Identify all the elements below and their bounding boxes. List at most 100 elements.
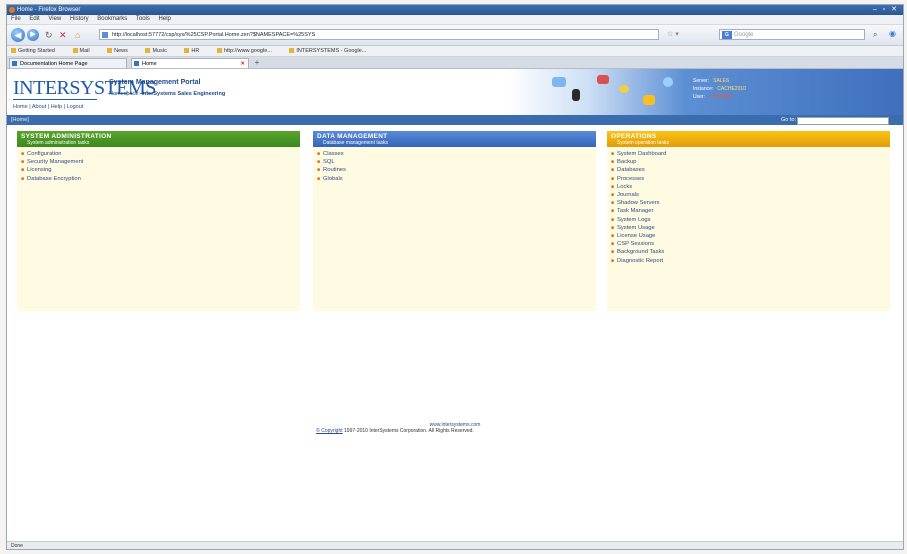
link-processes[interactable]: ■ Processes [611, 175, 890, 183]
tab-favicon-icon [12, 61, 17, 66]
link-task-manager[interactable]: ■ Task Manager [611, 207, 890, 215]
breadcrumb[interactable]: [Home] [11, 117, 29, 123]
link-databases[interactable]: ■ Databases [611, 166, 890, 174]
copyright-link[interactable]: © Copyright [316, 428, 342, 434]
bullet-icon: ■ [611, 241, 615, 248]
navigation-bar: ◀ ▶ ↻ ✕ ⌂ http://localhost:57772/csp/sys… [7, 25, 903, 46]
link-system-dashboard[interactable]: ■ System Dashboard [611, 150, 890, 158]
link-classes[interactable]: ■ Classes [317, 150, 596, 158]
bullet-icon: ■ [611, 167, 615, 174]
link-configuration[interactable]: ■ Configuration [21, 150, 300, 158]
bookmark-item[interactable]: News [107, 48, 136, 54]
bookmark-icon [289, 48, 295, 54]
page-favicon-icon [102, 32, 108, 38]
menu-file[interactable]: File [11, 16, 21, 22]
browser-window: Home - Firefox Browser – ▫ ✕ File Edit V… [6, 4, 904, 550]
new-tab-icon[interactable]: + [252, 58, 262, 67]
tab-favicon-icon [134, 61, 139, 66]
link-security-management[interactable]: ■ Security Management [21, 158, 300, 166]
admin-links: ■ Configuration ■ Security Management ■ Lic… [17, 150, 300, 183]
link-database-encryption[interactable]: ■ Database Encryption [21, 175, 300, 183]
link-system-logs[interactable]: ■ System Logs [611, 216, 890, 224]
window-controls[interactable]: – ▫ ✕ [873, 5, 899, 15]
menu-help[interactable]: Help [159, 16, 171, 22]
home-icon[interactable]: ⌂ [75, 29, 80, 41]
menu-bookmarks[interactable]: Bookmarks [97, 16, 127, 22]
bookmark-icon [184, 48, 190, 54]
link-system-usage[interactable]: ■ System Usage [611, 224, 890, 232]
portal-title: System Management Portal [109, 79, 201, 86]
bookmark-icon [11, 48, 16, 54]
panel-subtitle: System administration tasks [27, 140, 90, 146]
panel-title: System Administration [21, 133, 112, 140]
panel-title: Data Management [317, 133, 388, 140]
reload-icon[interactable]: ↻ [45, 29, 53, 41]
link-shadow-servers[interactable]: ■ Shadow Servers [611, 199, 890, 207]
breadcrumb-bar: [Home] Go to: [7, 115, 903, 125]
globe-decoration-icon [552, 77, 566, 87]
server-value: SALES [713, 78, 730, 84]
tab-documentation[interactable]: Documentation Home Page [9, 58, 127, 68]
user-value: _SYSTEM [708, 94, 733, 100]
node-decoration-icon [619, 85, 629, 93]
link-backup[interactable]: ■ Backup [611, 158, 890, 166]
tab-home[interactable]: Home ✕ [131, 58, 249, 68]
folder-decoration-icon [643, 95, 655, 105]
link-license-usage[interactable]: ■ License Usage [611, 232, 890, 240]
menu-history[interactable]: History [70, 16, 89, 22]
instance-value: CACHE2010 [717, 86, 746, 92]
title-bar: Home - Firefox Browser – ▫ ✕ [7, 5, 903, 15]
bookmark-icon [107, 48, 113, 54]
link-licensing[interactable]: ■ Licensing [21, 166, 300, 174]
link-locks[interactable]: ■ Locks [611, 183, 890, 191]
monitor-decoration-icon [597, 75, 609, 84]
addon-icon[interactable]: ◉ [889, 29, 896, 38]
link-background-tasks[interactable]: ■ Background Tasks [611, 248, 890, 256]
menu-tools[interactable]: Tools [136, 16, 150, 22]
portal-nav-links[interactable]: Home | About | Help | Logout [13, 104, 83, 110]
main-content: System Administration System administrat… [7, 125, 903, 514]
back-icon[interactable]: ◀ [11, 28, 25, 42]
search-icon[interactable]: ⌕ [873, 30, 877, 40]
bookmark-icon [145, 48, 151, 54]
link-csp-sessions[interactable]: ■ CSP Sessions [611, 240, 890, 248]
bookmark-item[interactable]: Mail [72, 48, 98, 54]
data-management-panel: Data Management Database management task… [313, 131, 596, 311]
bookmark-item[interactable]: INTERSYSTEMS - Google... [289, 48, 374, 54]
goto-input[interactable] [797, 117, 889, 125]
bookmark-item[interactable]: Music [145, 48, 174, 54]
panel-subtitle: Database management tasks [323, 140, 389, 146]
operations-panel: Operations System operation tasks ■ Syste… [607, 131, 890, 311]
copyright-text: 1997-2010 InterSystems Corporation. All … [344, 428, 474, 434]
sphere-decoration-icon [663, 77, 673, 87]
bookmark-item[interactable]: http://www.google... [216, 48, 280, 54]
link-routines[interactable]: ■ Routines [317, 166, 596, 174]
forward-icon[interactable]: ▶ [27, 29, 39, 41]
panel-title: Operations [611, 133, 657, 140]
menu-edit[interactable]: Edit [29, 16, 39, 22]
bullet-icon: ■ [317, 151, 321, 157]
bookmark-icon [72, 48, 78, 54]
link-globals[interactable]: ■ Globals [317, 175, 596, 183]
panel-subtitle: System operation tasks [617, 140, 669, 146]
bookmarks-toolbar: Getting Started Mail News Music HR http:… [7, 46, 903, 57]
tab-label: Home [142, 61, 157, 67]
close-icon[interactable]: ✕ [240, 59, 245, 68]
link-diagnostic-report[interactable]: ■ Diagnostic Report [611, 257, 890, 265]
bullet-icon: ■ [317, 175, 321, 182]
bookmark-item[interactable]: HR [184, 48, 207, 54]
bullet-icon: ■ [611, 151, 615, 157]
bookmark-item[interactable]: Getting Started [11, 48, 63, 54]
bookmark-icon [216, 48, 222, 54]
bookmark-star-icon[interactable]: ☆ ▾ [667, 30, 679, 38]
address-bar[interactable]: http://localhost:57772/csp/sys/%25CSP.Po… [99, 29, 659, 40]
menu-view[interactable]: View [48, 16, 61, 22]
link-sql[interactable]: ■ SQL [317, 158, 596, 166]
bullet-icon: ■ [611, 208, 615, 215]
stop-icon[interactable]: ✕ [59, 29, 67, 41]
search-input[interactable]: G Google [719, 29, 865, 40]
link-journals[interactable]: ■ Journals [611, 191, 890, 199]
bullet-icon: ■ [611, 233, 615, 240]
tab-bar: Documentation Home Page Home ✕ + [7, 57, 903, 69]
google-icon: G [722, 31, 732, 39]
